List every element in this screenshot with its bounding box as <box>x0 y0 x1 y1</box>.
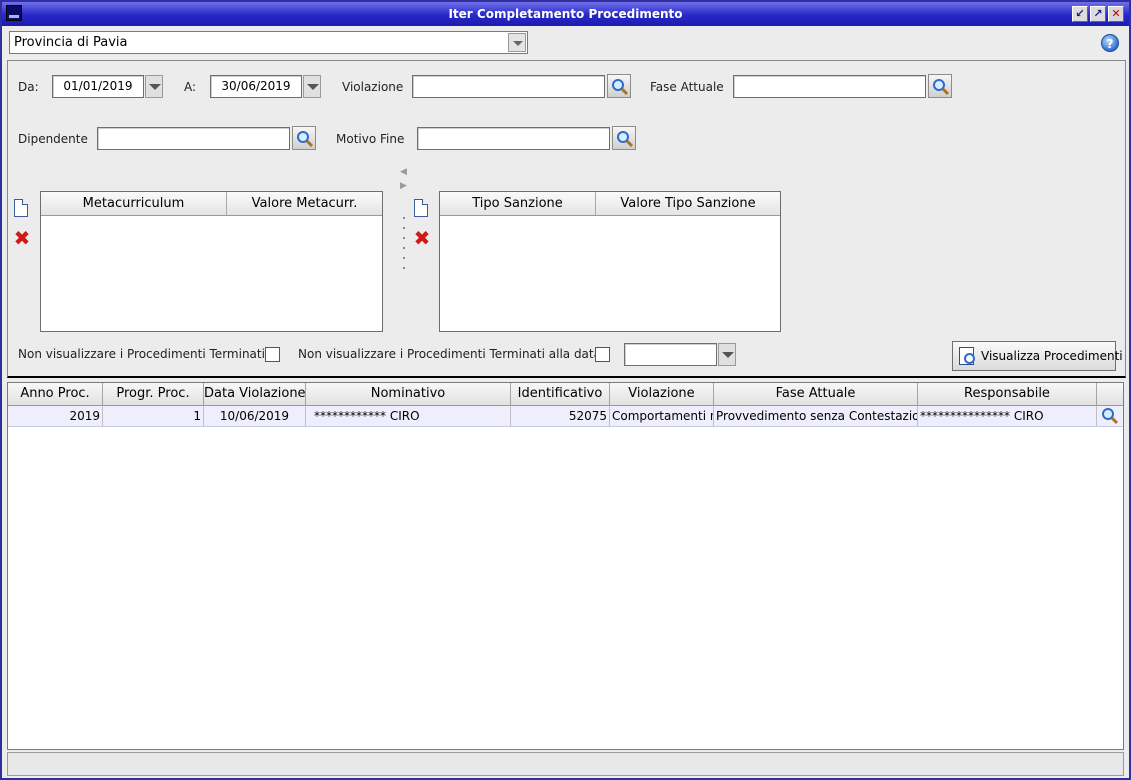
tipo-sanzione-grid[interactable]: Tipo Sanzione Valore Tipo Sanzione <box>439 191 781 332</box>
hide-terminated-date-label: Non visualizzare i Procedimenti Terminat… <box>298 347 601 361</box>
results-header: Anno Proc. Progr. Proc. Data Violazione … <box>8 383 1123 406</box>
meta-grid-toolbar: ✖ <box>10 191 36 331</box>
tipo-sanzione-grid-header: Tipo Sanzione Valore Tipo Sanzione <box>440 192 780 216</box>
terminated-date-field[interactable] <box>624 343 717 366</box>
sanzione-grid-toolbar: ✖ <box>410 191 436 331</box>
app-logo-icon <box>6 5 22 21</box>
da-date-field[interactable]: 01/01/2019 <box>52 75 144 98</box>
cell-data-violazione: 10/06/2019 <box>204 406 306 426</box>
da-label: Da: <box>18 80 39 94</box>
cell-violazione: Comportamenti non <box>610 406 714 426</box>
search-icon <box>297 131 314 148</box>
column-header-progr-proc[interactable]: Progr. Proc. <box>103 383 204 405</box>
collapse-right-icon[interactable]: ▶ <box>400 181 407 191</box>
fase-attuale-field[interactable] <box>733 75 926 98</box>
search-icon <box>617 131 634 148</box>
column-header-metacurriculum[interactable]: Metacurriculum <box>41 192 227 215</box>
motivo-fine-search-button[interactable] <box>612 126 636 150</box>
cell-responsabile: *************** CIRO <box>918 406 1097 426</box>
violazione-field[interactable] <box>412 75 605 98</box>
terminated-date-dropdown[interactable] <box>718 343 736 366</box>
metacurriculum-grid[interactable]: Metacurriculum Valore Metacurr. <box>40 191 383 332</box>
title-bar: Iter Completamento Procedimento ↙ ↗ ✕ <box>2 2 1129 26</box>
motivo-fine-field[interactable] <box>417 127 610 150</box>
dipendente-field[interactable] <box>97 127 290 150</box>
search-icon <box>612 79 629 96</box>
column-header-fase-attuale[interactable]: Fase Attuale <box>714 383 918 405</box>
column-header-actions <box>1097 383 1123 405</box>
visualizza-procedimenti-button[interactable]: Visualizza Procedimenti <box>952 341 1123 371</box>
results-table[interactable]: Anno Proc. Progr. Proc. Data Violazione … <box>7 382 1124 750</box>
minimize-icon[interactable]: ↙ <box>1072 6 1088 22</box>
cell-progr-proc: 1 <box>103 406 204 426</box>
new-document-icon[interactable] <box>414 199 428 217</box>
maximize-icon[interactable]: ↗ <box>1090 6 1106 22</box>
column-header-violazione[interactable]: Violazione <box>610 383 714 405</box>
fase-attuale-label: Fase Attuale <box>650 80 724 94</box>
motivo-fine-label: Motivo Fine <box>336 132 405 146</box>
a-date-dropdown[interactable] <box>303 75 321 98</box>
column-header-tipo-sanzione[interactable]: Tipo Sanzione <box>440 192 596 215</box>
dipendente-label: Dipendente <box>18 132 88 146</box>
window-title: Iter Completamento Procedimento <box>448 7 683 21</box>
hide-terminated-date-checkbox[interactable] <box>595 347 610 362</box>
metacurriculum-grid-header: Metacurriculum Valore Metacurr. <box>41 192 382 216</box>
delete-x-icon[interactable]: ✖ <box>413 228 431 248</box>
organization-select[interactable]: Provincia di Pavia <box>9 31 528 54</box>
cell-fase-attuale: Provvedimento senza Contestazione <box>714 406 918 426</box>
column-header-valore-metacurr[interactable]: Valore Metacurr. <box>227 192 382 215</box>
column-header-anno-proc[interactable]: Anno Proc. <box>8 383 103 405</box>
search-icon <box>933 79 950 96</box>
column-header-responsabile[interactable]: Responsabile <box>918 383 1097 405</box>
violazione-search-button[interactable] <box>607 74 631 98</box>
collapse-left-icon[interactable]: ◀ <box>400 167 407 177</box>
cell-anno-proc: 2019 <box>8 406 103 426</box>
organization-value: Provincia di Pavia <box>14 35 128 50</box>
column-header-nominativo[interactable]: Nominativo <box>306 383 511 405</box>
column-header-data-violazione[interactable]: Data Violazione <box>204 383 306 405</box>
table-row[interactable]: 2019 1 10/06/2019 ************ CIRO 5207… <box>8 406 1123 427</box>
chevron-down-icon[interactable] <box>508 33 526 52</box>
cell-nominativo: ************ CIRO <box>306 406 511 426</box>
document-search-icon <box>959 347 975 365</box>
fase-attuale-search-button[interactable] <box>928 74 952 98</box>
da-date-dropdown[interactable] <box>145 75 163 98</box>
search-icon <box>1102 408 1119 425</box>
panel-splitter[interactable]: ◀ ▶ <box>400 167 410 327</box>
dipendente-search-button[interactable] <box>292 126 316 150</box>
new-document-icon[interactable] <box>14 199 28 217</box>
violazione-label: Violazione <box>342 80 404 94</box>
hide-terminated-label: Non visualizzare i Procedimenti Terminat… <box>18 347 265 361</box>
close-icon[interactable]: ✕ <box>1108 6 1124 22</box>
filter-panel: Da: 01/01/2019 A: 30/06/2019 Violazione … <box>7 60 1126 378</box>
status-bar <box>7 752 1124 776</box>
main-window: Iter Completamento Procedimento ↙ ↗ ✕ Pr… <box>0 0 1131 780</box>
a-date-field[interactable]: 30/06/2019 <box>210 75 302 98</box>
cell-identificativo: 52075 <box>511 406 610 426</box>
visualizza-procedimenti-label: Visualizza Procedimenti <box>981 349 1123 363</box>
a-label: A: <box>184 80 197 94</box>
delete-x-icon[interactable]: ✖ <box>13 228 31 248</box>
column-header-identificativo[interactable]: Identificativo <box>511 383 610 405</box>
hide-terminated-checkbox[interactable] <box>265 347 280 362</box>
help-icon[interactable]: ? <box>1101 34 1119 52</box>
column-header-valore-tipo-sanzione[interactable]: Valore Tipo Sanzione <box>596 192 780 215</box>
row-detail-button[interactable] <box>1097 406 1123 426</box>
